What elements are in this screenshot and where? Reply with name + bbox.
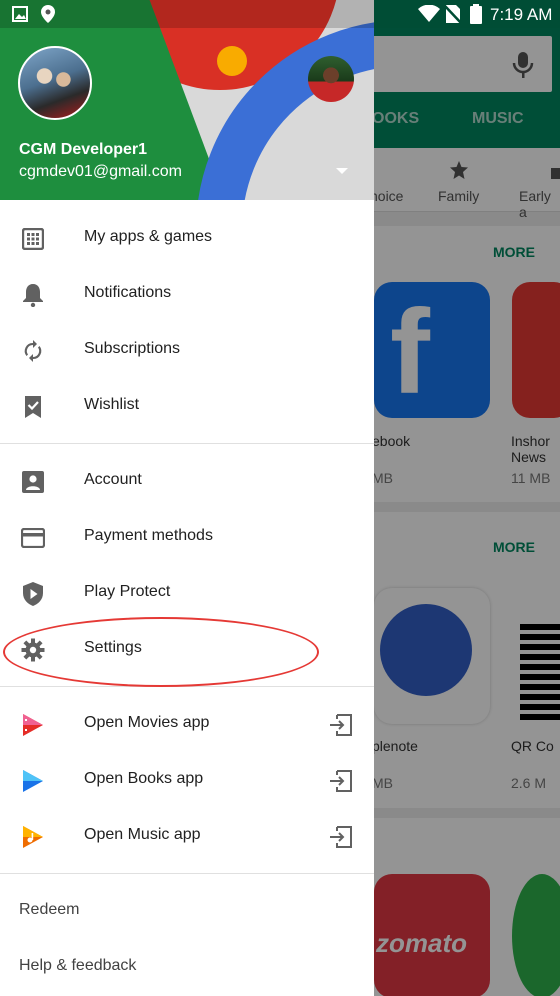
menu-item-help-feedback[interactable]: Help & feedback [0,939,374,995]
shield-play-icon [20,581,46,607]
image-notification-icon [12,6,28,22]
menu-item-open-music-app[interactable]: Open Music app [0,808,374,864]
menu-item-my-apps-games[interactable]: My apps & games [0,210,374,266]
drawer-header: CGM Developer1 cgmdev01@gmail.com [0,0,374,200]
play-music-icon [20,824,46,850]
menu-item-label: Help & feedback [19,957,137,974]
gear-icon [20,637,46,663]
play-movies-icon [20,712,46,738]
wifi-icon [418,5,440,22]
location-icon [41,5,55,23]
battery-icon [470,4,482,24]
account-name: CGM Developer1 [19,141,148,158]
menu-item-label: Open Books app [84,770,204,787]
apps-grid-icon [20,226,46,252]
menu-item-account[interactable]: Account [0,453,374,509]
no-sim-icon [445,5,461,24]
play-books-icon [20,768,46,794]
menu-item-label: Open Music app [84,826,201,843]
menu-item-label: Wishlist [84,396,140,413]
menu-item-subscriptions[interactable]: Subscriptions [0,322,374,378]
open-external-icon[interactable] [328,768,354,794]
menu-item-label: Open Movies app [84,714,210,731]
clock: 7:19 AM [490,5,553,24]
menu-item-label: Subscriptions [84,340,181,357]
person-icon [20,469,46,495]
menu-item-notifications[interactable]: Notifications [0,266,374,322]
menu-item-open-movies-app[interactable]: Open Movies app [0,696,374,752]
menu-item-label: Settings [84,639,142,656]
navigation-drawer: CGM Developer1 cgmdev01@gmail.com My app… [0,0,374,996]
menu-divider [0,443,374,444]
menu-item-redeem[interactable]: Redeem [0,883,374,939]
open-external-icon[interactable] [328,712,354,738]
menu-item-label: Payment methods [84,527,213,544]
menu-item-settings[interactable]: Settings [0,621,374,677]
menu-item-wishlist[interactable]: Wishlist [0,378,374,434]
avatar[interactable] [18,46,92,120]
menu-item-play-protect[interactable]: Play Protect [0,565,374,621]
status-bar: 7:19 AM [0,0,560,28]
menu-item-open-books-app[interactable]: Open Books app [0,752,374,808]
refresh-icon [20,338,46,364]
menu-item-label: Account [84,471,142,488]
header-yellow-dot [217,46,247,76]
drawer-menu: My apps & games Notifications Subscripti… [0,210,374,995]
credit-card-icon [20,525,46,551]
account-email: cgmdev01@gmail.com [19,163,182,180]
bookmark-check-icon [20,394,46,420]
menu-divider [0,873,374,874]
menu-item-label: Notifications [84,284,172,301]
menu-item-label: Play Protect [84,583,171,600]
secondary-account-avatar[interactable] [308,56,354,102]
menu-divider [0,686,374,687]
open-external-icon[interactable] [328,824,354,850]
menu-item-label: Redeem [19,901,80,918]
account-switcher-dropdown-icon[interactable] [330,160,354,180]
menu-item-payment-methods[interactable]: Payment methods [0,509,374,565]
bell-icon [20,282,46,308]
menu-item-label: My apps & games [84,228,213,245]
